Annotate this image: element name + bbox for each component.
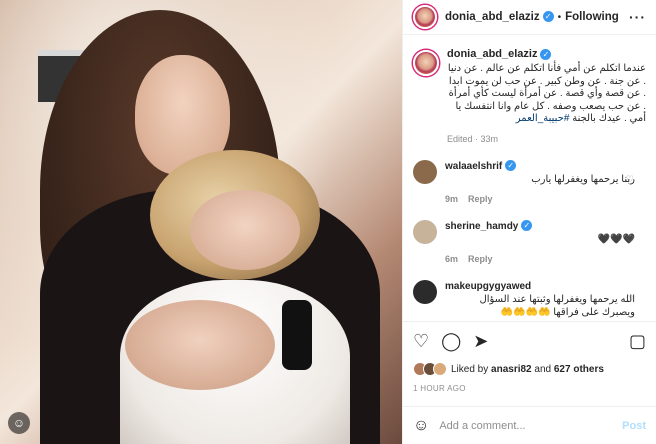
add-comment-bar: ☺ Post: [403, 406, 656, 444]
commenter-avatar[interactable]: [413, 279, 437, 304]
caption-edited-time: Edited · 33m: [447, 133, 499, 144]
comment-input[interactable]: [439, 419, 600, 432]
post-sidebar: donia_abd_elaziz ✓ • Following ··· donia_…: [402, 0, 656, 444]
commenter-avatar[interactable]: [413, 219, 437, 244]
post-caption: donia_abd_elaziz ✓ عندما اتكلم عن أمي فأن…: [413, 48, 646, 144]
emoji-icon[interactable]: ☺: [413, 417, 429, 435]
likes-prefix: Liked by: [451, 363, 489, 375]
caption-username[interactable]: donia_abd_elaziz ✓: [447, 48, 646, 60]
comment-time[interactable]: 9m: [445, 194, 458, 204]
likes-and: and: [534, 363, 552, 375]
comment-item: sherine_hamdy ✓ 🖤🖤🖤 6m Reply ♡: [413, 219, 646, 264]
commenter-username[interactable]: makeupgygyawed: [445, 281, 531, 292]
liker-avatar: [433, 362, 447, 376]
post-photo[interactable]: ☺: [0, 0, 402, 444]
commenter-username[interactable]: sherine_hamdy: [445, 221, 518, 232]
comment-like-icon[interactable]: ♡: [626, 294, 634, 305]
author-username[interactable]: donia_abd_elaziz ✓: [445, 11, 554, 23]
comment-text: 🖤🖤🖤: [597, 233, 635, 245]
comment-time[interactable]: 6m: [445, 254, 458, 264]
photo-hand-lower: [125, 300, 275, 390]
post-comment-button[interactable]: Post: [622, 420, 646, 432]
post-time-ago[interactable]: 1 HOUR AGO: [413, 384, 646, 393]
caption-text: عندما اتكلم عن أمي فأنا اتكلم عن عالم . …: [447, 63, 646, 126]
comment-like-icon[interactable]: ♡: [626, 234, 634, 245]
likes-text[interactable]: Liked by anasri82 and 627 others: [451, 364, 604, 375]
verified-badge-icon: ✓: [521, 220, 533, 232]
action-bar: ♡ ◯ ➤ ▢ Liked by anasri82 and 627 others…: [403, 321, 656, 393]
comments-scroll-area[interactable]: donia_abd_elaziz ✓ عندما اتكلم عن أمي فأن…: [403, 36, 656, 321]
reply-button[interactable]: Reply: [468, 254, 493, 264]
comment-item: walaaelshrif ✓ ربنا يرحمها ويغفرلها يارب 9m…: [413, 159, 646, 204]
caption-hashtag[interactable]: #حبيبة_العمر: [516, 113, 570, 124]
separator-dot: •: [557, 11, 562, 23]
commenter-username[interactable]: walaaelshrif: [445, 161, 502, 172]
comment-icon[interactable]: ◯: [441, 332, 461, 350]
verified-badge-icon: ✓: [505, 160, 517, 172]
comment-text: ربنا يرحمها ويغفرلها يارب: [531, 173, 635, 185]
verified-badge-icon: ✓: [540, 48, 552, 60]
following-button[interactable]: Following: [565, 11, 619, 23]
comment-list: walaaelshrif ✓ ربنا يرحمها ويغفرلها يارب 9m…: [413, 159, 646, 319]
heart-icon[interactable]: ♡: [413, 332, 429, 350]
more-options-icon[interactable]: ···: [629, 9, 646, 25]
author-username-text[interactable]: donia_abd_elaziz: [445, 11, 540, 23]
post-modal: ☺ donia_abd_elaziz ✓ • Following ··· doni…: [0, 0, 656, 444]
photo-hand-upper: [190, 190, 300, 270]
comment-item: makeupgygyawed الله يرحمها ويغفرلها وثبته…: [413, 279, 646, 319]
commenter-avatar[interactable]: [413, 159, 437, 184]
verified-badge-icon: ✓: [542, 11, 554, 23]
comment-like-icon[interactable]: ♡: [626, 174, 634, 185]
caption-avatar[interactable]: [413, 50, 439, 76]
share-icon[interactable]: ➤: [473, 332, 488, 350]
likes-user[interactable]: anasri82: [491, 364, 532, 375]
bookmark-icon[interactable]: ▢: [629, 332, 646, 350]
reply-button[interactable]: Reply: [468, 194, 493, 204]
caption-username-text[interactable]: donia_abd_elaziz: [447, 48, 537, 60]
tag-people-icon[interactable]: ☺: [8, 412, 30, 434]
photo-watch: [282, 300, 312, 370]
likes-count[interactable]: 627 others: [554, 364, 604, 375]
likes-summary[interactable]: Liked by anasri82 and 627 others: [413, 362, 646, 376]
author-avatar[interactable]: [413, 5, 437, 29]
post-header: donia_abd_elaziz ✓ • Following ···: [403, 0, 656, 35]
comment-text: الله يرحمها ويغفرلها وثبتها عند السؤال و…: [479, 293, 635, 318]
